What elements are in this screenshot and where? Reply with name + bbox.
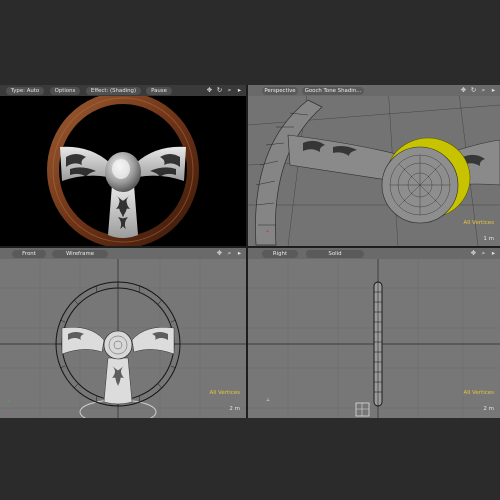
axis-gizmo: ⟂ <box>266 229 270 234</box>
arrow-icon[interactable]: ▸ <box>490 250 497 257</box>
right-side-wireframe-model <box>248 259 500 418</box>
arrow-icon[interactable]: ▸ <box>236 250 243 257</box>
selection-mode-label: All Vertices <box>209 390 240 396</box>
right-toolbar: Right Solid ✥ ⌕ ▸ <box>248 248 500 259</box>
zoom-icon[interactable]: ⌕ <box>226 250 233 257</box>
move-icon[interactable]: ✥ <box>216 250 223 257</box>
selection-mode-label: All Vertices <box>463 390 494 396</box>
perspective-toolbar: Perspective Gooch Tone Shadin... ✥ ↻ ⌕ ▸ <box>248 85 500 96</box>
rendered-steering-wheel <box>47 92 199 246</box>
move-icon[interactable]: ✥ <box>460 87 467 94</box>
move-icon[interactable]: ✥ <box>206 87 213 94</box>
render-viewport[interactable]: Type: Auto Options Effect: (Shading) Pau… <box>0 85 246 246</box>
zoom-icon[interactable]: ⌕ <box>480 87 487 94</box>
wireframe-mode-button[interactable]: Wireframe <box>52 250 108 258</box>
selection-mode-label: All Vertices <box>463 220 494 226</box>
rotate-icon[interactable]: ↻ <box>470 87 477 94</box>
view-right-button[interactable]: Right <box>262 250 298 258</box>
shading-mode-button[interactable]: Gooch Tone Shadin... <box>302 87 364 95</box>
render-pause-button[interactable]: Pause <box>146 87 172 95</box>
rotate-icon[interactable]: ↻ <box>216 87 223 94</box>
front-viewport[interactable]: Front Wireframe ✥ ⌕ ▸ ⊥ All Vertices 2 m <box>0 248 246 418</box>
view-perspective-button[interactable]: Perspective <box>262 87 298 95</box>
axis-gizmo: ⊥ <box>7 399 11 404</box>
solid-mode-button[interactable]: Solid <box>306 250 364 258</box>
perspective-wireframe-model <box>248 85 500 246</box>
axis-gizmo: ⊥ <box>266 398 270 403</box>
render-toolbar: Type: Auto Options Effect: (Shading) Pau… <box>0 85 246 96</box>
render-type-button[interactable]: Type: Auto <box>6 87 44 95</box>
move-icon[interactable]: ✥ <box>470 250 477 257</box>
viewport-grid: Type: Auto Options Effect: (Shading) Pau… <box>0 85 500 418</box>
zoom-icon[interactable]: ⌕ <box>226 87 233 94</box>
grid-scale-label: 1 m <box>483 236 494 242</box>
front-toolbar: Front Wireframe ✥ ⌕ ▸ <box>0 248 246 259</box>
arrow-icon[interactable]: ▸ <box>236 87 243 94</box>
render-effect-button[interactable]: Effect: (Shading) <box>86 87 141 95</box>
arrow-icon[interactable]: ▸ <box>490 87 497 94</box>
grid-scale-label: 2 m <box>229 406 240 412</box>
render-options-button[interactable]: Options <box>50 87 80 95</box>
right-viewport[interactable]: Right Solid ✥ ⌕ ▸ ⊥ All Vertices 2 m <box>248 248 500 418</box>
zoom-icon[interactable]: ⌕ <box>480 250 487 257</box>
view-front-button[interactable]: Front <box>12 250 46 258</box>
grid-scale-label: 2 m <box>483 406 494 412</box>
perspective-viewport[interactable]: Perspective Gooch Tone Shadin... ✥ ↻ ⌕ ▸ <box>248 85 500 246</box>
